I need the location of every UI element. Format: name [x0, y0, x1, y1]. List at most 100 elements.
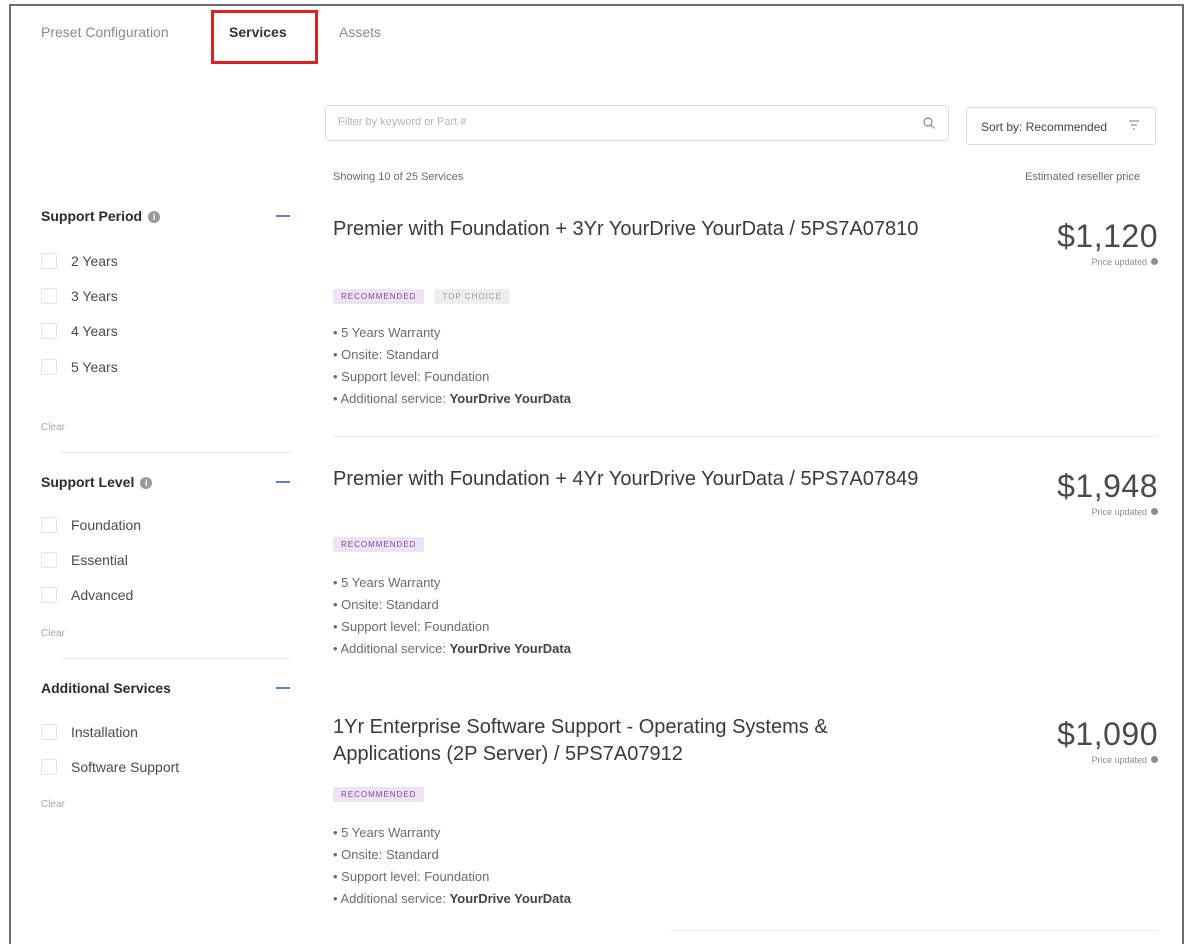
option-label: 5 Years — [71, 358, 118, 375]
option-label: 4 Years — [71, 322, 118, 339]
service-price: $1,948 — [1057, 468, 1158, 504]
search-input[interactable] — [326, 106, 898, 138]
feature-text: Onsite: Standard — [341, 847, 439, 862]
option-advanced[interactable]: Advanced — [41, 586, 133, 608]
option-essential[interactable]: Essential — [41, 551, 128, 573]
feature-text: 5 Years Warranty — [341, 825, 441, 840]
search-box — [325, 105, 949, 141]
checkbox[interactable] — [41, 516, 57, 533]
badge-group: RECOMMENDED — [333, 534, 434, 552]
service-title-link[interactable]: Premier with Foundation + 3Yr YourDrive … — [333, 216, 933, 243]
price-note-text: Price updated — [1091, 257, 1147, 267]
service-title-link[interactable]: Premier with Foundation + 4Yr YourDrive … — [333, 466, 933, 493]
service-title-link[interactable]: 1Yr Enterprise Software Support - Operat… — [333, 714, 933, 768]
list-item: • Additional service: YourDrive YourData — [333, 891, 571, 906]
collapse-additional-services-icon[interactable] — [276, 687, 290, 689]
feature-text: Additional service: — [340, 641, 450, 656]
option-3-years[interactable]: 3 Years — [41, 287, 118, 309]
checkbox[interactable] — [41, 322, 57, 339]
checkbox[interactable] — [41, 758, 57, 775]
clear-support-level-link[interactable]: Clear — [41, 628, 65, 639]
feature-text: Support level: Foundation — [341, 619, 490, 634]
sort-dropdown[interactable]: Sort by: Recommended — [966, 107, 1156, 145]
results-count: Showing 10 of 25 Services — [333, 171, 464, 183]
feature-text: 5 Years Warranty — [341, 575, 441, 590]
top-choice-badge: TOP CHOICE — [434, 289, 510, 304]
option-software-support[interactable]: Software Support — [41, 758, 179, 780]
info-icon[interactable] — [1151, 258, 1158, 265]
feature-highlight: YourDrive YourData — [449, 391, 571, 406]
info-icon[interactable]: i — [140, 477, 153, 489]
search-icon[interactable] — [922, 116, 936, 130]
list-item: • Onsite: Standard — [333, 847, 439, 862]
tab-assets[interactable]: Assets — [339, 24, 381, 40]
checkbox[interactable] — [41, 723, 57, 740]
clear-support-period-link[interactable]: Clear — [41, 422, 65, 433]
divider — [61, 658, 291, 659]
option-foundation[interactable]: Foundation — [41, 516, 141, 538]
feature-highlight: YourDrive YourData — [449, 891, 571, 906]
info-icon[interactable] — [1151, 756, 1158, 763]
option-2-years[interactable]: 2 Years — [41, 252, 118, 274]
feature-list: • 5 Years Warranty • Onsite: Standard • … — [333, 572, 571, 660]
list-item: • Support level: Foundation — [333, 369, 490, 384]
badge-group: RECOMMENDED — [333, 784, 434, 802]
option-label: 3 Years — [71, 287, 118, 304]
collapse-support-period-icon[interactable] — [276, 215, 290, 217]
price-updated-note: Price updated — [1091, 257, 1158, 267]
price-note-text: Price updated — [1091, 755, 1147, 765]
clear-additional-services-link[interactable]: Clear — [41, 799, 65, 810]
checkbox[interactable] — [41, 551, 57, 568]
info-icon[interactable] — [1151, 508, 1158, 515]
list-item: • Onsite: Standard — [333, 597, 439, 612]
card-divider — [671, 930, 1158, 931]
feature-text: Additional service: — [340, 391, 450, 406]
list-item: • Additional service: YourDrive YourData — [333, 641, 571, 656]
facet-title-text: Support Period — [41, 208, 143, 224]
price-column-header: Estimated reseller price — [1025, 171, 1140, 183]
list-item: • Additional service: YourDrive YourData — [333, 391, 571, 406]
card-divider — [333, 436, 1158, 437]
option-label: Foundation — [71, 516, 142, 533]
recommended-badge: RECOMMENDED — [333, 289, 425, 304]
info-icon[interactable]: i — [148, 211, 161, 223]
option-label: Essential — [71, 551, 128, 568]
divider — [61, 452, 291, 453]
tab-preset-configuration[interactable]: Preset Configuration — [41, 24, 169, 40]
checkbox[interactable] — [41, 586, 57, 603]
service-price: $1,090 — [1057, 716, 1158, 752]
feature-highlight: YourDrive YourData — [449, 641, 571, 656]
filter-icon — [1129, 120, 1139, 130]
list-item: • 5 Years Warranty — [333, 575, 441, 590]
option-label: Installation — [71, 723, 138, 740]
price-updated-note: Price updated — [1091, 755, 1158, 765]
list-item: • 5 Years Warranty — [333, 825, 441, 840]
app-frame: Preset Configuration Services Assets Sor… — [9, 4, 1184, 944]
checkbox[interactable] — [41, 287, 57, 304]
option-label: Software Support — [71, 758, 180, 775]
facet-title-support-period: Support Period i — [41, 208, 161, 224]
list-item: • Support level: Foundation — [333, 869, 490, 884]
facet-title-support-level: Support Level i — [41, 474, 153, 490]
feature-text: Onsite: Standard — [341, 597, 439, 612]
option-5-years[interactable]: 5 Years — [41, 358, 118, 380]
option-label: Advanced — [71, 586, 134, 603]
feature-text: Support level: Foundation — [341, 369, 490, 384]
feature-list: • 5 Years Warranty • Onsite: Standard • … — [333, 822, 571, 910]
service-price: $1,120 — [1057, 218, 1158, 254]
recommended-badge: RECOMMENDED — [333, 537, 425, 552]
list-item: • Onsite: Standard — [333, 347, 439, 362]
recommended-badge: RECOMMENDED — [333, 787, 425, 802]
price-note-text: Price updated — [1091, 507, 1147, 517]
feature-text: Additional service: — [340, 891, 450, 906]
collapse-support-level-icon[interactable] — [276, 481, 290, 483]
option-label: 2 Years — [71, 252, 118, 269]
active-tab-highlight — [211, 10, 318, 64]
facet-title-additional-services: Additional Services — [41, 680, 171, 696]
option-installation[interactable]: Installation — [41, 723, 138, 745]
option-4-years[interactable]: 4 Years — [41, 322, 118, 344]
checkbox[interactable] — [41, 358, 57, 375]
checkbox[interactable] — [41, 252, 57, 269]
list-item: • 5 Years Warranty — [333, 325, 441, 340]
feature-text: Onsite: Standard — [341, 347, 439, 362]
